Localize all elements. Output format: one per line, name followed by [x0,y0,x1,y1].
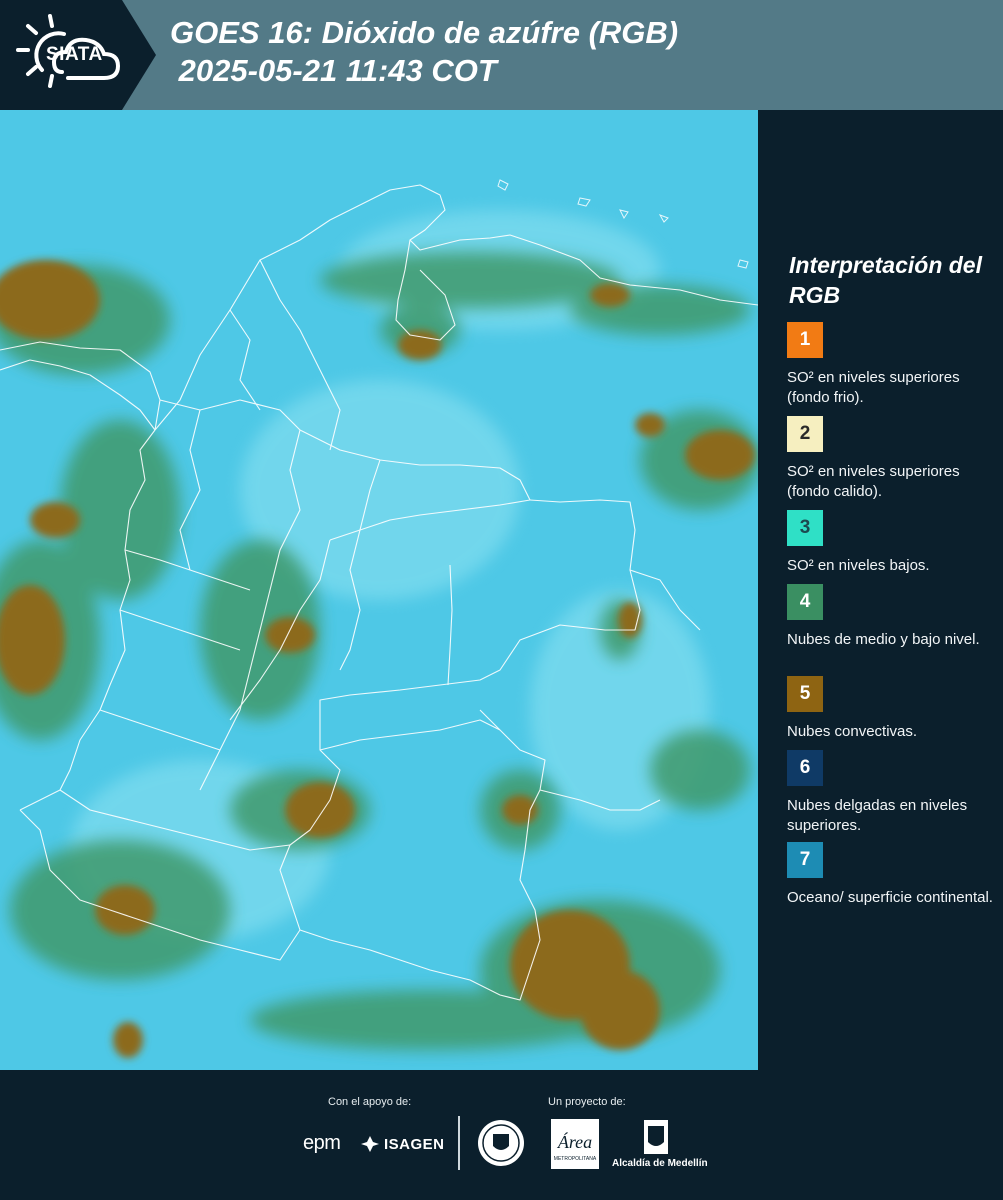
legend-swatch-1: 1 [787,322,823,358]
legend-label-1: SO² en niveles superiores (fondo frio). [787,369,960,406]
map-svg [0,110,758,1070]
medellin-seal-icon [478,1120,524,1166]
legend-swatch-5: 5 [787,676,823,712]
area-logo-subtext: METROPOLITANA [554,1156,597,1162]
legend-title: Interpretación del RGB [789,252,982,308]
legend-label-7: Oceano/ superficie continental. [787,889,993,906]
legend-item-2: 2 SO² en niveles superiores (fondo calid… [787,416,997,502]
legend-label-5: Nubes convectivas. [787,723,918,740]
legend-item-7: 7 Oceano/ superficie continental. [787,842,997,908]
area-metropolitana-logo: Área METROPOLITANA [551,1119,599,1169]
legend-swatch-2: 2 [787,416,823,452]
page-title: GOES 16: Dióxido de azúfre (RGB) 2025-05… [170,15,679,88]
siata-logo-text: SIATA [46,44,103,65]
alcaldia-shield-icon [644,1120,668,1154]
rgb-legend: Interpretación del RGB 1 SO² en niveles … [760,110,1003,1070]
footer-divider [458,1116,460,1170]
legend-swatch-7: 7 [787,842,823,878]
legend-label-6: Nubes delgadas en niveles superiores. [787,797,968,834]
legend-item-3: 3 SO² en niveles bajos. [787,510,997,576]
area-logo-text: Área [557,1131,592,1152]
isagen-logo: ISAGEN [384,1136,445,1153]
isagen-icon [361,1136,379,1152]
legend-swatch-4: 4 [787,584,823,620]
footer: Con el apoyo de: Un proyecto de: epm ISA… [0,1070,1003,1200]
legend-swatch-6: 6 [787,750,823,786]
legend-label-2: SO² en niveles superiores (fondo calido)… [787,463,960,500]
alcaldia-text: Alcaldía de Medellín [612,1158,708,1169]
project-label: Un proyecto de: [548,1096,626,1108]
header: SIATA GOES 16: Dióxido de azúfre (RGB) 2… [0,0,1003,110]
epm-logo: epm [303,1132,341,1154]
satellite-map [0,110,758,1070]
legend-label-3: SO² en niveles bajos. [787,557,930,574]
legend-item-1: 1 SO² en niveles superiores (fondo frio)… [787,322,997,408]
support-label: Con el apoyo de: [328,1096,412,1108]
legend-item-6: 6 Nubes delgadas en niveles superiores. [787,750,997,836]
legend-item-5: 5 Nubes convectivas. [787,676,997,742]
legend-label-4: Nubes de medio y bajo nivel. [787,631,980,648]
legend-item-4: 4 Nubes de medio y bajo nivel. [787,584,997,650]
legend-swatch-3: 3 [787,510,823,546]
